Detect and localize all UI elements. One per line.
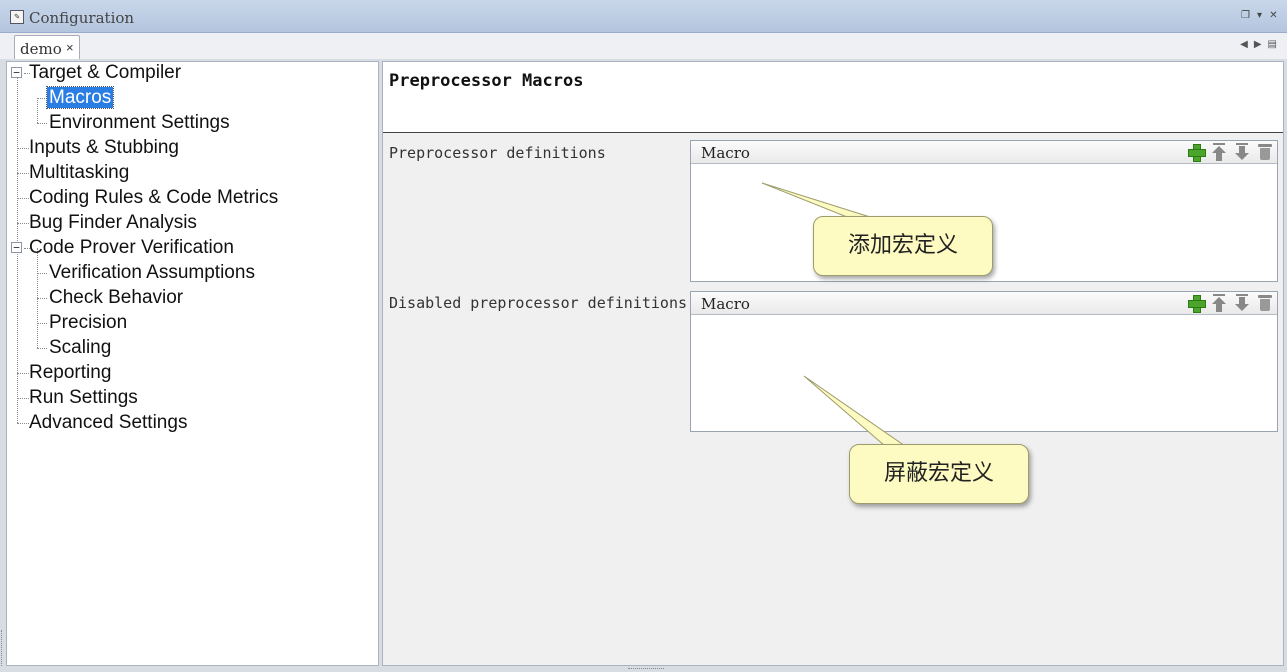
preprocessor-definitions-label: Preprocessor definitions xyxy=(389,144,606,162)
add-icon[interactable] xyxy=(1187,294,1206,313)
tree-item-target-compiler[interactable]: Target & Compiler xyxy=(29,61,181,85)
tree-item-label: Target & Compiler xyxy=(29,62,182,83)
tree-connector xyxy=(17,198,29,199)
tree-item-coding-rules[interactable]: Coding Rules & Code Metrics xyxy=(29,186,278,210)
move-down-icon[interactable] xyxy=(1233,294,1251,312)
tree-item-label: Inputs & Stubbing xyxy=(29,137,179,158)
callout-disable-macro: 屏蔽宏定义 xyxy=(849,444,1029,504)
tree-connector xyxy=(17,398,29,399)
window-titlebar: ✎ Configuration ❐ ▾ ✕ xyxy=(0,0,1287,33)
tab-label: demo xyxy=(20,40,62,58)
add-icon[interactable] xyxy=(1187,143,1206,162)
tree-connector xyxy=(37,123,47,124)
tree-item-label: Check Behavior xyxy=(49,287,184,308)
side-grip[interactable] xyxy=(1,630,4,666)
maximize-icon[interactable]: ▾ xyxy=(1254,9,1265,22)
tree-item-verification-assumptions[interactable]: Verification Assumptions xyxy=(49,261,255,285)
column-header-macro: Macro xyxy=(701,295,750,313)
tab-next-icon[interactable]: ▶ xyxy=(1254,39,1262,50)
delete-icon[interactable] xyxy=(1256,143,1274,161)
collapse-icon[interactable]: − xyxy=(11,242,22,253)
tab-close-icon[interactable]: × xyxy=(66,40,74,55)
configuration-icon: ✎ xyxy=(10,10,24,24)
tree-connector xyxy=(17,173,29,174)
tree-item-label: Scaling xyxy=(49,337,112,358)
tree-connector xyxy=(37,298,47,299)
tree-connector xyxy=(17,423,29,424)
page-title: Preprocessor Macros xyxy=(389,71,584,91)
table-header: Macro xyxy=(691,141,1277,164)
tree-item-code-prover[interactable]: Code Prover Verification xyxy=(29,236,234,260)
tree-item-run-settings[interactable]: Run Settings xyxy=(29,386,138,410)
restore-icon[interactable]: ❐ xyxy=(1240,9,1251,22)
column-header-macro: Macro xyxy=(701,144,750,162)
tree-item-label: Verification Assumptions xyxy=(49,262,255,283)
tree-connector xyxy=(37,323,47,324)
disabled-preprocessor-definitions-label: Disabled preprocessor definitions xyxy=(389,294,688,312)
tree-item-label: Bug Finder Analysis xyxy=(29,212,197,233)
tree-connector xyxy=(37,98,47,99)
tree-item-inputs-stubbing[interactable]: Inputs & Stubbing xyxy=(29,136,179,160)
tree-item-environment-settings[interactable]: Environment Settings xyxy=(49,111,230,135)
close-icon[interactable]: ✕ xyxy=(1268,9,1279,22)
tree-item-label: Macros xyxy=(45,86,115,109)
tree-connector xyxy=(37,273,47,274)
resize-grip[interactable] xyxy=(628,668,664,671)
callout-add-macro: 添加宏定义 xyxy=(813,216,993,276)
table-toolbar xyxy=(1187,294,1274,313)
tree-connector xyxy=(17,148,29,149)
tree-item-reporting[interactable]: Reporting xyxy=(29,361,111,385)
tree-item-scaling[interactable]: Scaling xyxy=(49,336,111,360)
table-toolbar xyxy=(1187,143,1274,162)
move-up-icon[interactable] xyxy=(1210,294,1228,312)
tab-demo[interactable]: demo × xyxy=(14,35,80,59)
collapse-icon[interactable]: − xyxy=(11,67,22,78)
settings-panel: Preprocessor Macros Preprocessor definit… xyxy=(382,61,1284,666)
tab-menu-icon[interactable]: ▤ xyxy=(1268,39,1277,50)
tree-item-label: Reporting xyxy=(29,362,112,383)
tree-item-advanced-settings[interactable]: Advanced Settings xyxy=(29,411,187,435)
configuration-tree: − − Target & Compiler Macros Environment… xyxy=(7,62,378,665)
window-controls: ❐ ▾ ✕ xyxy=(1240,9,1279,22)
tree-connector xyxy=(37,348,47,349)
tree-item-label: Code Prover Verification xyxy=(29,237,234,258)
tree-item-precision[interactable]: Precision xyxy=(49,311,127,335)
tree-item-label: Advanced Settings xyxy=(29,412,188,433)
tree-item-bug-finder[interactable]: Bug Finder Analysis xyxy=(29,211,197,235)
tree-item-multitasking[interactable]: Multitasking xyxy=(29,161,129,185)
table-header: Macro xyxy=(691,292,1277,315)
delete-icon[interactable] xyxy=(1256,294,1274,312)
disabled-preprocessor-definitions-table[interactable]: Macro xyxy=(690,291,1278,432)
tree-item-check-behavior[interactable]: Check Behavior xyxy=(49,286,183,310)
tree-branch-line xyxy=(37,98,38,123)
window-title: Configuration xyxy=(29,9,135,27)
configuration-tree-panel: − − Target & Compiler Macros Environment… xyxy=(6,61,379,666)
tree-connector xyxy=(17,223,29,224)
settings-header: Preprocessor Macros xyxy=(383,62,1283,133)
tree-item-label: Multitasking xyxy=(29,162,130,183)
tree-item-macros[interactable]: Macros xyxy=(45,86,115,110)
tab-navigation: ◀ ▶ ▤ xyxy=(1240,39,1277,50)
tab-bar: demo × ◀ ▶ ▤ xyxy=(0,33,1287,59)
tree-item-label: Environment Settings xyxy=(49,112,230,133)
tree-connector xyxy=(17,373,29,374)
tree-item-label: Precision xyxy=(49,312,128,333)
tree-item-label: Run Settings xyxy=(29,387,138,408)
move-up-icon[interactable] xyxy=(1210,143,1228,161)
tree-item-label: Coding Rules & Code Metrics xyxy=(29,187,279,208)
tab-prev-icon[interactable]: ◀ xyxy=(1240,39,1248,50)
move-down-icon[interactable] xyxy=(1233,143,1251,161)
